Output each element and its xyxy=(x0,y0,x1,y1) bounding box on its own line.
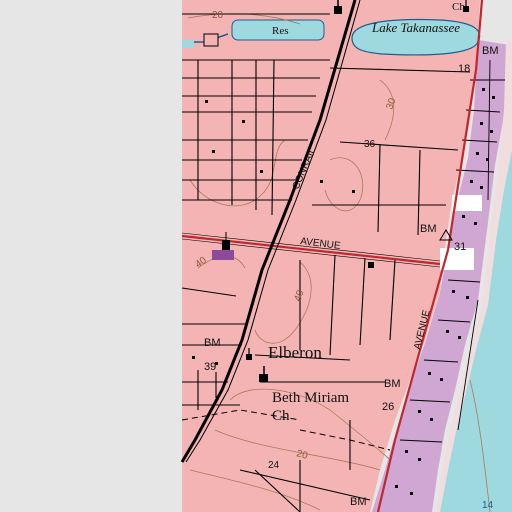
elevation-label: 26 xyxy=(382,401,394,413)
elevation-label: 39 xyxy=(204,361,216,373)
benchmark-label: BM xyxy=(384,378,401,390)
cemetery-icon xyxy=(368,262,374,268)
church-label: Beth Miriam xyxy=(272,390,349,406)
elevation-label: 24 xyxy=(268,460,280,471)
map-margin xyxy=(0,0,182,512)
lake-label: Lake Takanassee xyxy=(371,20,460,35)
church-top-label: Ch xyxy=(452,1,465,13)
benchmark-label: BM xyxy=(420,223,437,235)
stream-water xyxy=(182,40,194,48)
benchmark-label: BM xyxy=(204,337,221,349)
elevation-label: 36 xyxy=(364,139,376,150)
reservoir-marker xyxy=(203,33,219,47)
elevation-label: 18 xyxy=(458,63,470,75)
benchmark-label: BM xyxy=(482,45,499,57)
town-label: Elberon xyxy=(268,343,322,362)
elevation-label: 31 xyxy=(454,241,466,253)
topographic-map: Lake Takanassee Res Elberon Beth Miriam … xyxy=(0,0,512,512)
contour-label: 14 xyxy=(482,500,494,511)
church-label-line2: Ch xyxy=(272,408,290,424)
contour-label: 20 xyxy=(212,10,224,21)
benchmark-label: BM xyxy=(350,496,367,508)
reservoir-label: Res xyxy=(272,25,289,37)
